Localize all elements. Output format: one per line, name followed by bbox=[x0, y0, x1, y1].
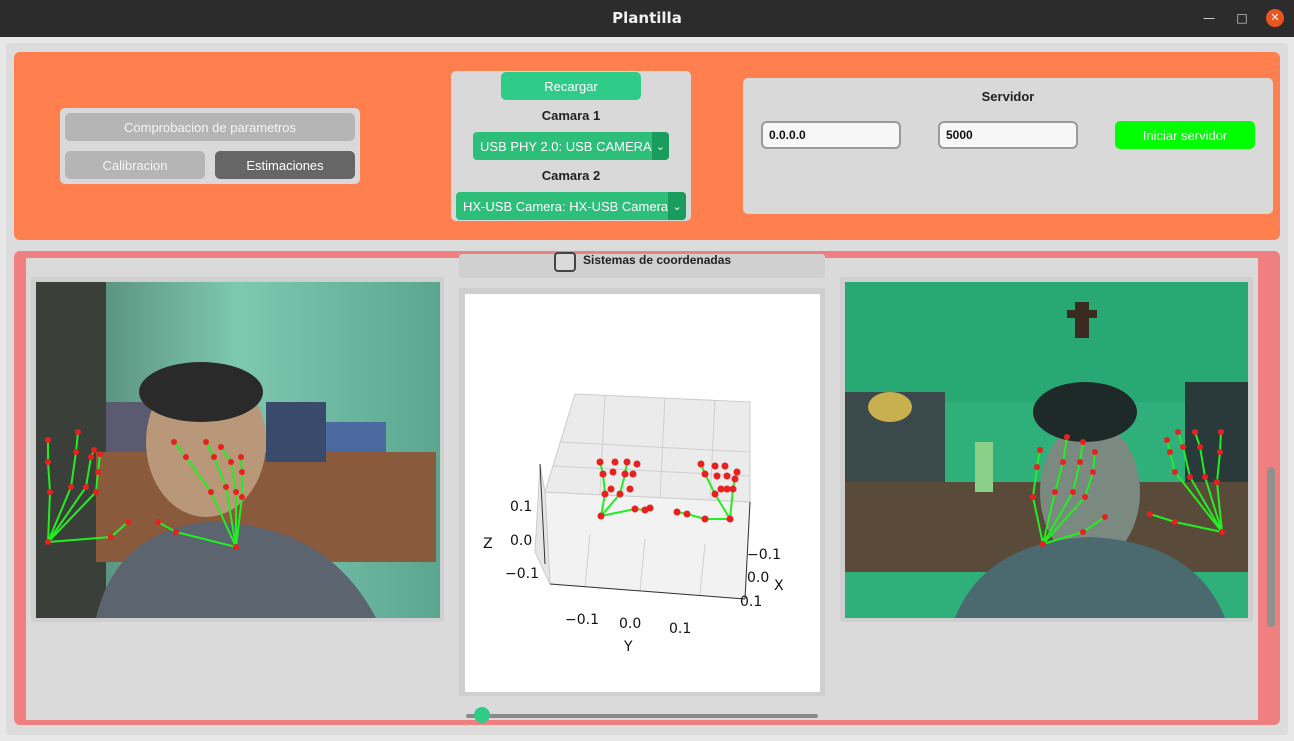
close-icon[interactable]: ✕ bbox=[1266, 9, 1284, 27]
window-title: Plantilla bbox=[612, 9, 682, 27]
vertical-scrollbar[interactable] bbox=[1267, 467, 1275, 627]
camera2-value: HX-USB Camera: HX-USB Camera bbox=[463, 198, 669, 214]
x-axis-label: X bbox=[774, 578, 784, 594]
coords-checkbox-label: Sistemas de coordenadas bbox=[583, 253, 732, 267]
check-params-button[interactable]: Comprobacion de parametros bbox=[65, 113, 355, 141]
server-port-input[interactable]: 5000 bbox=[938, 121, 1078, 149]
reload-button[interactable]: Recargar bbox=[501, 72, 641, 100]
chevron-down-icon[interactable]: ⌄ bbox=[668, 192, 686, 220]
z-tick-3: −0.1 bbox=[505, 566, 539, 582]
server-ip-input[interactable]: 0.0.0.0 bbox=[761, 121, 901, 149]
maximize-icon[interactable]: □ bbox=[1233, 9, 1251, 27]
title-bar: Plantilla — □ ✕ bbox=[0, 0, 1294, 37]
z-axis-label: Z bbox=[483, 536, 493, 552]
y-tick-1: −0.1 bbox=[565, 612, 599, 628]
camera1-label: Camara 1 bbox=[541, 108, 601, 123]
coords-checkbox[interactable] bbox=[554, 252, 576, 272]
z-tick-1: 0.1 bbox=[510, 499, 532, 515]
camera1-value: USB PHY 2.0: USB CAMERA bbox=[480, 138, 652, 154]
frame-slider-thumb[interactable] bbox=[474, 707, 490, 723]
calibration-button[interactable]: Calibracion bbox=[65, 151, 205, 179]
y-tick-2: 0.0 bbox=[619, 616, 641, 632]
frame-slider-track[interactable] bbox=[466, 714, 818, 718]
camera1-select[interactable]: USB PHY 2.0: USB CAMERA ⌄ bbox=[473, 132, 669, 160]
camera2-label: Camara 2 bbox=[541, 168, 601, 183]
estimations-button[interactable]: Estimaciones bbox=[215, 151, 355, 179]
y-axis-label: Y bbox=[623, 639, 633, 655]
z-tick-2: 0.0 bbox=[510, 533, 532, 549]
y-tick-3: 0.1 bbox=[669, 621, 691, 637]
plot-3d-axes bbox=[534, 393, 751, 600]
server-title: Servidor bbox=[981, 89, 1035, 104]
minimize-icon[interactable]: — bbox=[1200, 9, 1218, 27]
chevron-down-icon[interactable]: ⌄ bbox=[651, 132, 669, 160]
x-tick-2: 0.0 bbox=[747, 570, 769, 586]
x-tick-3: 0.1 bbox=[740, 594, 762, 610]
start-server-button[interactable]: Iniciar servidor bbox=[1115, 121, 1255, 149]
plot-canvas: 0.1 0.0 −0.1 Z −0.1 0.0 0.1 Y −0.1 0.0 0… bbox=[465, 294, 820, 692]
camera2-feed bbox=[845, 282, 1248, 618]
x-tick-1: −0.1 bbox=[747, 547, 781, 563]
camera2-select[interactable]: HX-USB Camera: HX-USB Camera ⌄ bbox=[456, 192, 686, 220]
camera1-feed bbox=[36, 282, 440, 618]
